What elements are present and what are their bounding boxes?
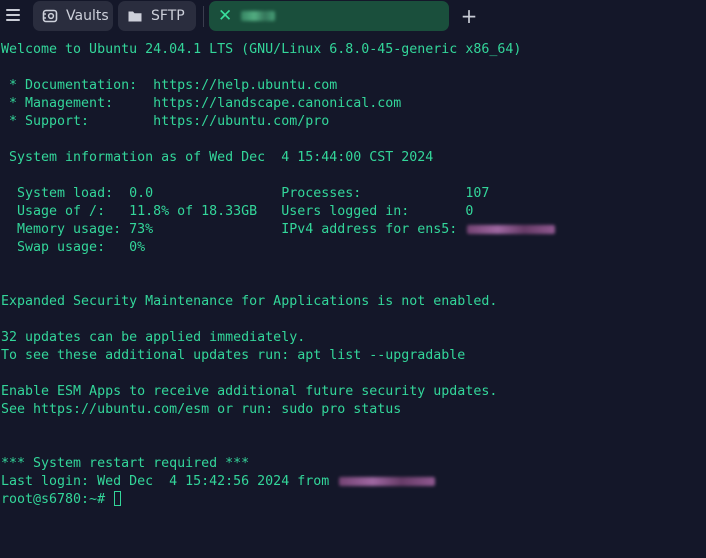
close-icon[interactable]: ✕ <box>218 7 232 25</box>
system-load-line: System load: 0.0 Processes: 107 <box>1 186 490 201</box>
tab-sftp-label: SFTP <box>151 8 185 24</box>
support-line: * Support: https://ubuntu.com/pro <box>1 114 330 129</box>
tab-vaults[interactable]: Vaults <box>33 1 113 31</box>
redacted-login-ip <box>339 476 436 486</box>
esm-apps-line: Enable ESM Apps to receive additional fu… <box>1 384 498 399</box>
sysinfo-line: System information as of Wed Dec 4 15:44… <box>1 150 434 165</box>
tab-sftp[interactable]: SFTP <box>118 1 196 31</box>
updates-hint-line: To see these additional updates run: apt… <box>1 348 466 363</box>
tab-vaults-label: Vaults <box>66 8 109 24</box>
memory-usage-text: Memory usage: 73% IPv4 address for ens5: <box>1 222 466 237</box>
esm-line: Expanded Security Maintenance for Applic… <box>1 294 498 309</box>
tab-ssh-session[interactable]: ✕ <box>209 1 449 31</box>
last-login-line: Last login: Wed Dec 4 15:42:56 2024 from <box>1 473 436 491</box>
terminal-cursor <box>114 491 122 506</box>
memory-usage-line: Memory usage: 73% IPv4 address for ens5: <box>1 221 556 239</box>
esm-see-line: See https://ubuntu.com/esm or run: sudo … <box>1 402 402 417</box>
tab-divider <box>203 6 204 27</box>
restart-line: *** System restart required *** <box>1 456 250 471</box>
tab-bar: Vaults SFTP ✕ + <box>0 0 706 34</box>
terminal-output[interactable]: Welcome to Ubuntu 24.04.1 LTS (GNU/Linux… <box>0 41 706 558</box>
menu-icon[interactable] <box>6 9 20 23</box>
redacted-hostname <box>241 11 276 21</box>
management-line: * Management: https://landscape.canonica… <box>1 96 402 111</box>
redacted-ipv4 <box>467 224 556 234</box>
documentation-line: * Documentation: https://help.ubuntu.com <box>1 78 338 93</box>
disk-usage-line: Usage of /: 11.8% of 18.33GB Users logge… <box>1 204 474 219</box>
welcome-line: Welcome to Ubuntu 24.04.1 LTS (GNU/Linux… <box>1 42 522 57</box>
last-login-text: Last login: Wed Dec 4 15:42:56 2024 from <box>1 474 338 489</box>
shell-prompt: root@s6780:~# <box>1 492 114 507</box>
folder-icon <box>128 11 142 22</box>
prompt-line[interactable]: root@s6780:~# <box>1 491 122 509</box>
vaults-icon <box>42 9 58 23</box>
swap-usage-line: Swap usage: 0% <box>1 240 146 255</box>
updates-line: 32 updates can be applied immediately. <box>1 330 306 345</box>
add-tab-button[interactable]: + <box>460 5 478 27</box>
